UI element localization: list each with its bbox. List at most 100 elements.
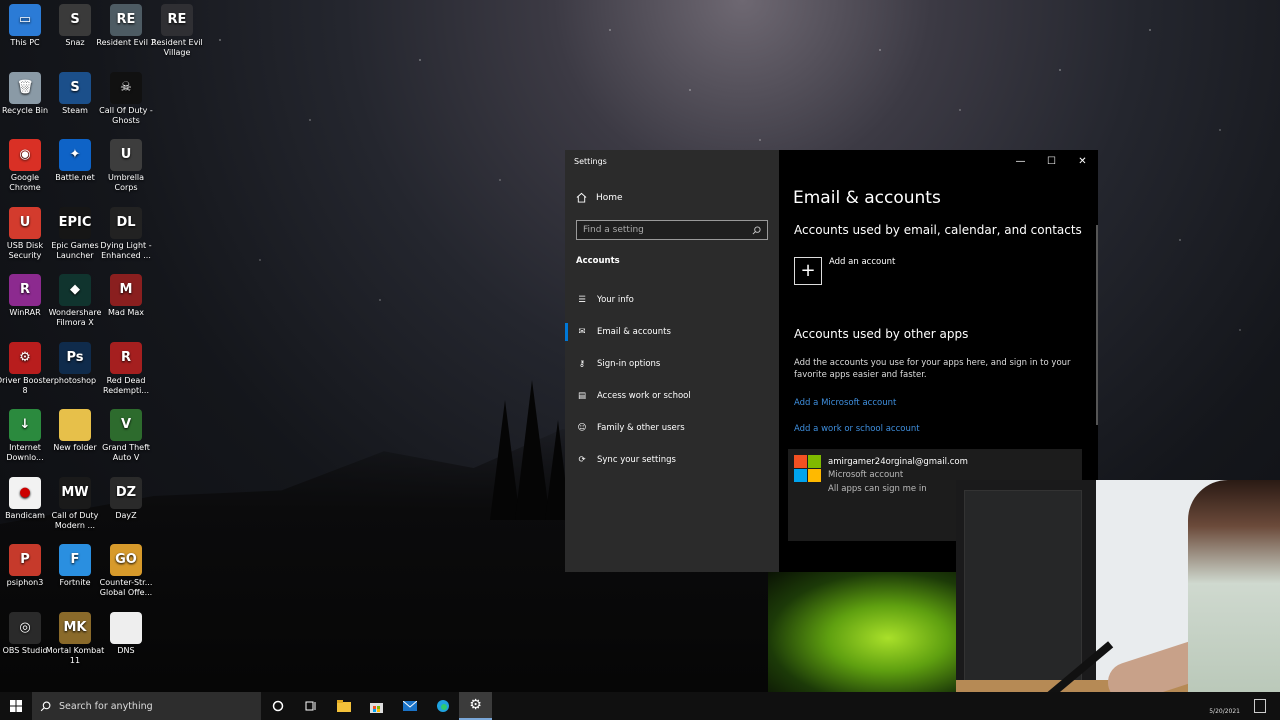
add-work-account-link[interactable]: Add a work or school account [794,424,920,434]
game-icon: M [110,274,142,306]
cortana-button[interactable] [261,692,294,720]
nav-item[interactable]: ☺ Family & other users [565,412,779,444]
game-icon: DZ [110,476,142,509]
file-icon [110,611,142,644]
desktop-icon-label: Counter-Str... Global Offe... [99,578,153,597]
add-microsoft-account-link[interactable]: Add a Microsoft account [794,398,896,408]
game-icon: MW [59,476,91,509]
battlenet-icon: ✦ [59,139,91,171]
sync-icon: ⟳ [578,455,586,465]
nav-item[interactable]: ⟳ Sync your settings [565,444,779,476]
home-label: Home [596,192,623,203]
obs-icon: ◎ [9,611,41,644]
nav-item-label: Sign-in options [597,359,661,369]
nav-item-label: Family & other users [597,423,685,433]
folder-icon [336,700,351,712]
game-icon: R [110,341,142,374]
briefcase-icon: ▤ [577,391,587,401]
settings-sidebar: Settings Home Accounts ☰ Your info ✉ Email … [565,150,779,572]
nav-home[interactable]: Home [576,192,623,203]
edge-button[interactable] [426,692,459,720]
game-icon: MK [59,611,91,644]
game-icon: V [110,409,142,441]
person-icon: ☺ [577,423,587,433]
taskbar-search[interactable] [32,692,261,720]
account-type: Microsoft account [828,470,904,480]
window-controls: — ☐ ✕ [1005,150,1098,172]
desktop-icon-label: Grand Theft Auto V [102,443,150,462]
store-button[interactable] [360,692,393,720]
email-accounts-heading: Accounts used by email, calendar, and co… [794,223,1082,237]
settings-taskbar-button[interactable]: ⚙ [459,692,492,720]
start-button[interactable] [0,692,32,720]
desktop-icon-label: Dying Light - Enhanced ... [100,240,152,260]
mail-icon [402,701,417,711]
scrollbar[interactable] [1096,225,1098,425]
nav-item-label: Access work or school [597,391,691,401]
fortnite-icon: F [59,544,91,576]
edge-icon [436,700,449,712]
task-view-icon [305,701,315,711]
mail-button[interactable] [393,692,426,720]
cortana-icon [272,700,283,712]
desktop-icon-label: Umbrella Corps [107,173,145,192]
driver-booster-icon: ⚙ [9,341,41,374]
game-icon: RE [161,4,193,36]
desktop-icon[interactable]: DNS [96,608,156,656]
close-button[interactable]: ✕ [1067,150,1098,172]
file-explorer-button[interactable] [327,692,360,720]
desktop-icons: ▭ This PC S Snaz RE Resident Evil 2 RE Resident… [0,0,203,692]
mail-icon: ✉ [578,327,586,337]
winrar-icon: R [9,274,41,306]
find-setting-search[interactable] [576,220,768,240]
desktop-icon[interactable]: RE Resident Evil Village [147,0,207,58]
desktop-icon[interactable]: ☠ Call Of Duty - Ghosts [96,68,156,126]
nav-item[interactable]: ⚷ Sign-in options [565,348,779,380]
desktop-icon[interactable]: U Umbrella Corps [96,135,156,193]
filmora-icon: ◆ [59,274,91,306]
desktop-icon[interactable]: GO Counter-Str... Global Offe... [96,540,156,598]
logo-square [808,455,821,468]
add-account-button[interactable]: + Add an account [794,257,895,285]
add-account-label: Add an account [829,257,896,267]
nav-item-label: Sync your settings [597,455,676,465]
game-icon: GO [110,544,142,576]
desktop-icon[interactable]: M Mad Max [96,270,156,318]
nav-item[interactable]: ✉ Email & accounts [565,316,779,348]
steam-icon: S [59,71,91,104]
game-icon: DL [110,206,142,239]
photoshop-icon: Ps [59,341,91,374]
webcam-person [1188,480,1280,710]
usb-icon: U [9,206,41,239]
desktop-icon[interactable]: DL Dying Light - Enhanced ... [96,203,156,261]
logo-square [794,455,807,468]
windows-logo-icon [10,700,22,712]
nav-item[interactable]: ▤ Access work or school [565,380,779,412]
idm-icon: ↓ [9,409,41,441]
desktop-icon[interactable]: DZ DayZ [96,473,156,521]
chrome-icon: ◉ [9,139,41,171]
find-setting-input[interactable] [583,225,743,235]
search-icon [752,225,761,234]
other-apps-description: Add the accounts you use for your apps h… [794,358,1071,380]
maximize-button[interactable]: ☐ [1036,150,1067,172]
folder-icon [59,409,91,441]
snaz-icon: S [59,4,91,36]
desktop-icon[interactable]: R Red Dead Redempti... [96,338,156,396]
notification-icon[interactable] [1254,699,1266,713]
minimize-button[interactable]: — [1005,150,1036,172]
logo-square [808,469,821,482]
taskbar-search-input[interactable] [59,700,249,712]
store-icon [370,702,383,713]
nav-item-label: Your info [597,295,634,305]
logo-square [794,469,807,482]
task-view-button[interactable] [294,692,327,720]
nav-item[interactable]: ☰ Your info [565,284,779,316]
desktop-icon-label: Mad Max [108,308,144,317]
game-icon: U [110,139,142,171]
account-apps: All apps can sign me in [828,484,927,494]
desktop-icon[interactable]: V Grand Theft Auto V [96,405,156,463]
desktop-icon-label: Call Of Duty - Ghosts [99,105,153,125]
window-title: Settings [574,157,607,166]
psiphon-icon: P [9,544,41,576]
